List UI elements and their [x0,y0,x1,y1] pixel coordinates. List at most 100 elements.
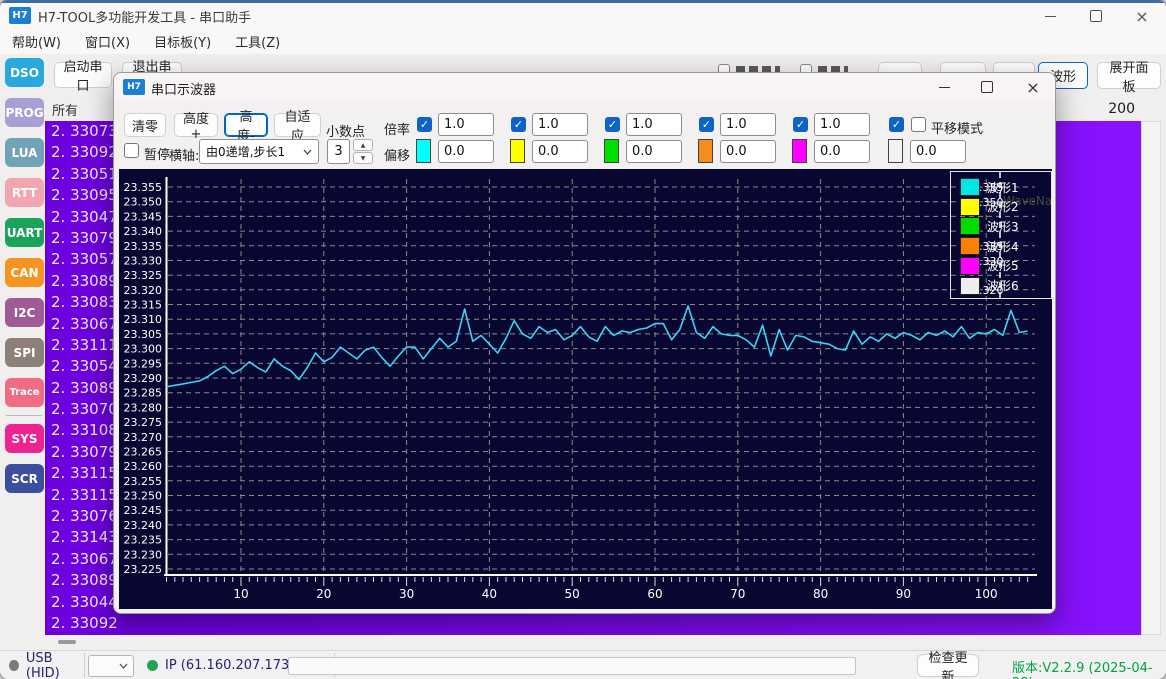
check-update-button[interactable]: 检查更新 [917,651,979,679]
sidebar-item-can[interactable]: CAN [5,258,44,287]
maximize-button[interactable] [1074,3,1118,29]
sidebar-item-scr[interactable]: SCR [5,464,44,493]
channel-4-color-swatch[interactable] [698,139,713,163]
sidebar-item-lua[interactable]: LUA [5,138,44,167]
usb-status-icon [9,660,19,671]
sidebar-item-i2c[interactable]: I2C [5,298,44,327]
svg-text:40: 40 [482,587,497,601]
svg-text:23.345: 23.345 [124,210,163,223]
clear-button[interactable]: 清零 [124,113,166,137]
sidebar-item-trace[interactable]: Trace [5,378,44,407]
svg-text:23.300: 23.300 [124,343,163,356]
legend-entry-4: 波形4 [960,237,1019,256]
legend-entry-5: 波形5 [960,256,1019,275]
version-text: 版本:V2.2.9 (2025-04-28) [1012,661,1153,679]
height-minus-button[interactable]: 高度- [224,110,268,144]
menu-item-3[interactable]: 工具(Z) [223,32,292,51]
channel-1-scale-input[interactable] [438,113,494,136]
dialog-toolbar: 清零 高度+ 高度- 自适应 小数点 倍率 暂停 横轴: 由0递增,步长1 3 … [114,101,1055,169]
channel-3-offset-input[interactable] [626,140,682,163]
menu-item-0[interactable]: 帮助(W) [0,32,73,51]
channel-1-color-swatch[interactable] [416,139,431,163]
svg-text:30: 30 [399,587,414,601]
channel-2-enable-checkbox[interactable]: ✓ [511,117,526,132]
channel-3-enable-checkbox[interactable]: ✓ [605,117,620,132]
legend-swatch [960,217,980,236]
pan-mode-checkbox[interactable] [911,117,926,132]
svg-text:23.330: 23.330 [124,255,163,268]
channel-5-scale-input[interactable] [814,113,870,136]
minimize-button[interactable] [1028,3,1072,29]
usb-status-text: USB (HID) [25,650,60,679]
chevron-down-icon [119,663,128,669]
sidebar-item-rtt[interactable]: RTT [5,178,44,207]
resize-strip [0,635,1166,650]
close-button[interactable]: × [1120,3,1164,29]
svg-text:23.350: 23.350 [124,196,163,209]
start-serial-button[interactable]: 启动串口 [54,60,112,94]
svg-text:70: 70 [730,587,745,601]
sidebar-item-prog[interactable]: PROG [5,98,44,127]
minimize-icon [1044,15,1056,17]
drag-handle[interactable] [58,640,76,644]
channel-6-enable-checkbox[interactable]: ✓ [889,117,904,132]
haxis-value: 由0递增,步长1 [206,145,286,159]
legend-label: 波形6 [987,279,1019,293]
expand-panel-button[interactable]: 展开面板 [1097,61,1161,95]
svg-text:23.305: 23.305 [124,328,163,341]
autofit-button[interactable]: 自适应 [274,110,321,144]
sidebar-item-spi[interactable]: SPI [5,338,44,367]
tab-all[interactable]: 所有 [52,100,78,119]
vertical-scrollbar[interactable] [1141,121,1161,635]
haxis-dropdown[interactable]: 由0递增,步长1 [199,139,319,164]
sidebar-item-dso[interactable]: DSO [5,58,44,87]
arrow-up-icon: ▲ [360,141,366,149]
channel-4-offset-input[interactable] [720,140,776,163]
menu-item-1[interactable]: 窗口(X) [73,32,142,51]
channel-1-enable-checkbox[interactable]: ✓ [417,117,432,132]
dialog-maximize-button[interactable] [965,73,1009,101]
pan-mode-label: 平移模式 [931,122,984,137]
data-value: 2. 33092 [51,613,118,632]
dialog-close-button[interactable]: × [1011,73,1055,101]
channel-2-scale-input[interactable] [532,113,588,136]
legend-label: 波形1 [987,180,1019,195]
legend-swatch [960,237,980,256]
svg-text:23.240: 23.240 [124,519,163,532]
chart-legend: 23.35523.35023.33523.33023.320WaveName波形… [950,171,1052,299]
port-dropdown[interactable] [88,655,134,677]
svg-text:23.315: 23.315 [124,299,163,312]
pause-checkbox[interactable] [124,143,139,158]
decimal-down-button[interactable]: ▼ [353,152,373,164]
channel-5-enable-checkbox[interactable]: ✓ [793,117,808,132]
channel-5-color-swatch[interactable] [792,139,807,163]
sidebar-item-sys[interactable]: SYS [5,424,44,453]
legend-swatch [960,276,980,295]
channel-5-offset-input[interactable] [814,140,870,163]
channel-3-color-swatch[interactable] [604,139,619,163]
svg-text:60: 60 [647,587,662,601]
svg-text:23.235: 23.235 [124,534,163,547]
channel-2-color-swatch[interactable] [510,139,525,163]
svg-text:23.270: 23.270 [124,431,163,444]
ip-status-text: IP (61.160.207.173) [165,658,295,673]
right-scale-label: 200 [1108,101,1135,117]
dialog-minimize-button[interactable] [922,73,966,101]
decimal-value-box[interactable]: 3 [327,139,350,164]
sidebar-item-uart[interactable]: UART [5,218,44,247]
decimal-up-button[interactable]: ▲ [353,139,373,151]
channel-4-scale-input[interactable] [720,113,776,136]
channel-2-offset-input[interactable] [532,140,588,163]
maximize-icon [981,81,993,93]
channel-1-offset-input[interactable] [438,140,494,163]
dialog-logo-text: H7 [127,82,141,92]
height-plus-button[interactable]: 高度+ [174,112,218,142]
menu-item-2[interactable]: 目标板(Y) [142,32,223,51]
channel-3-scale-input[interactable] [626,113,682,136]
dialog-title-bar: H7 串口示波器 × [114,73,1055,101]
channel-4-enable-checkbox[interactable]: ✓ [699,117,714,132]
channel-6-offset-input[interactable] [910,140,966,163]
svg-text:23.280: 23.280 [124,401,163,414]
dialog-logo-icon: H7 [123,79,145,95]
channel-6-color-swatch[interactable] [888,139,903,163]
